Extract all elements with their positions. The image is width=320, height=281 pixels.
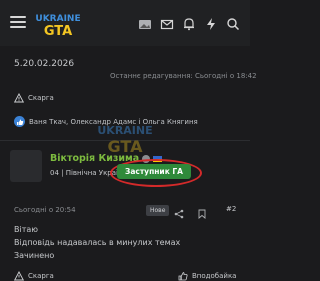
post-number[interactable]: #2 [226,205,236,213]
user-meta: 04 | Північна Украї [50,169,118,177]
svg-text:GTA: GTA [44,24,72,39]
last-edited: Останнє редагування: Сьогодні о 18:42 [110,72,257,80]
avatar[interactable] [10,150,42,182]
bolt-icon[interactable] [200,15,222,33]
warning-icon [14,93,24,103]
post-body-line-2: Відповідь надавалась в минулих темах [14,238,181,247]
menu-icon[interactable] [10,16,26,28]
post-date-fragment: 5.20.02.2026 [14,59,75,69]
new-badge: Нове [146,205,170,216]
bell-icon[interactable] [178,15,200,33]
image-icon[interactable] [134,15,156,33]
post-body-line-1: Вітаю [14,225,39,234]
bookmark-icon[interactable] [198,204,206,223]
report-link[interactable]: Скарга [14,93,54,103]
share-icon[interactable] [174,204,184,223]
watermark-logo: UKRAINE GTA [90,118,160,158]
post-body-line-3: Зачинено [14,251,55,260]
post-time[interactable]: Сьогодні о 20:54 [14,206,76,214]
svg-text:UKRAINE: UKRAINE [97,124,152,137]
site-logo[interactable]: UKRAINE GTA [30,9,86,39]
role-badge: Заступник ГА [117,164,191,179]
mail-icon[interactable] [156,15,178,33]
like-icon [14,116,25,127]
search-icon[interactable] [222,15,244,33]
svg-text:UKRAINE: UKRAINE [35,14,80,24]
